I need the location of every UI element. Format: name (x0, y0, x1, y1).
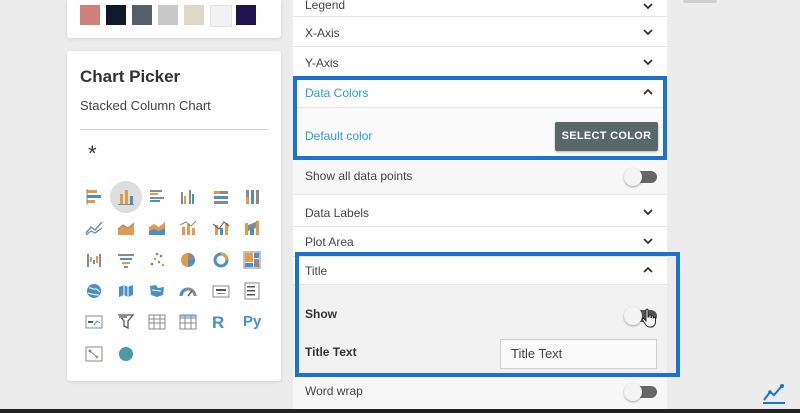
show-all-data-points-label: Show all data points (305, 169, 413, 183)
divider (80, 129, 268, 130)
filled-map-icon[interactable] (117, 282, 135, 300)
selected-chart-name: Stacked Column Chart (80, 98, 211, 113)
stacked-column-chart-icon[interactable] (110, 181, 142, 213)
color-swatch[interactable] (106, 5, 126, 25)
clustered-column-chart-icon[interactable] (179, 188, 197, 206)
color-swatch[interactable] (158, 5, 178, 25)
chart-picker-title: Chart Picker (80, 67, 181, 86)
pie-chart-icon[interactable] (179, 251, 197, 269)
bottom-bar (0, 409, 800, 413)
title-highlight (295, 252, 680, 377)
chevron-down-icon[interactable] (642, 0, 654, 12)
ribbon-chart-icon[interactable] (243, 219, 261, 237)
table-icon[interactable] (148, 313, 166, 331)
100-stacked-bar-chart-icon[interactable] (212, 188, 230, 206)
show-all-data-points-row: Show all data points (293, 158, 667, 195)
word-wrap-toggle[interactable] (624, 383, 657, 401)
color-swatch[interactable] (184, 5, 204, 25)
donut-chart-icon[interactable] (212, 251, 230, 269)
chevron-down-icon[interactable] (642, 56, 654, 68)
line-column-chart-icon[interactable] (179, 219, 197, 237)
chevron-down-icon[interactable] (642, 206, 654, 218)
clustered-bar-chart-icon[interactable] (148, 188, 166, 206)
r-visual-icon[interactable]: R (212, 313, 230, 332)
section-data-labels-label: Data Labels (305, 206, 370, 220)
section-y-axis-label: Y-Axis (305, 56, 339, 70)
100-stacked-column-chart-icon[interactable] (243, 188, 261, 206)
chart-picker-panel: Chart Picker Stacked Column Chart * R Py (67, 51, 281, 381)
treemap-icon[interactable] (243, 251, 261, 269)
waterfall-chart-icon[interactable] (85, 251, 103, 269)
section-data-labels[interactable]: Data Labels (293, 197, 667, 227)
color-swatch[interactable] (210, 5, 232, 27)
color-swatch[interactable] (132, 5, 152, 25)
show-all-data-points-toggle[interactable] (624, 168, 657, 186)
shape-map-icon[interactable] (148, 282, 166, 300)
area-chart-icon[interactable] (117, 219, 135, 237)
funnel-chart-icon[interactable] (117, 251, 135, 269)
section-plot-area-label: Plot Area (305, 235, 354, 249)
asterisk-icon[interactable]: * (88, 143, 97, 165)
section-x-axis[interactable]: X-Axis (293, 17, 667, 47)
section-legend-label: Legend (305, 0, 346, 12)
matrix-icon[interactable] (179, 313, 197, 331)
kpi-icon[interactable] (85, 313, 103, 331)
stacked-area-chart-icon[interactable] (148, 219, 166, 237)
top-right-button[interactable] (683, 0, 717, 3)
word-wrap-label: Word wrap (305, 384, 363, 398)
multi-row-card-icon[interactable] (243, 282, 261, 300)
map-icon[interactable] (85, 282, 103, 300)
color-swatch[interactable] (236, 5, 256, 25)
python-visual-icon[interactable]: Py (243, 313, 261, 331)
line-stacked-column-chart-icon[interactable] (212, 219, 230, 237)
word-wrap-row: Word wrap (293, 375, 667, 413)
section-legend[interactable]: Legend (293, 0, 667, 17)
data-colors-highlight (293, 76, 667, 160)
watermark-logo-icon (763, 384, 785, 404)
format-settings-panel: Legend X-Axis Y-Axis Data Colors Default… (293, 0, 680, 413)
line-chart-icon[interactable] (85, 219, 103, 237)
globe-icon[interactable] (117, 345, 135, 363)
scatter-chart-icon[interactable] (148, 251, 166, 269)
chevron-down-icon[interactable] (642, 235, 654, 247)
slicer-icon[interactable] (117, 313, 135, 331)
card-icon[interactable] (212, 282, 230, 300)
color-swatch[interactable] (80, 5, 100, 25)
section-y-axis[interactable]: Y-Axis (293, 47, 667, 77)
chevron-down-icon[interactable] (642, 26, 654, 38)
section-x-axis-label: X-Axis (305, 26, 340, 40)
color-swatch-panel (67, 0, 281, 38)
bar-chart-icon[interactable] (85, 188, 103, 206)
key-influencers-icon[interactable] (85, 345, 103, 363)
gauge-icon[interactable] (179, 282, 197, 300)
